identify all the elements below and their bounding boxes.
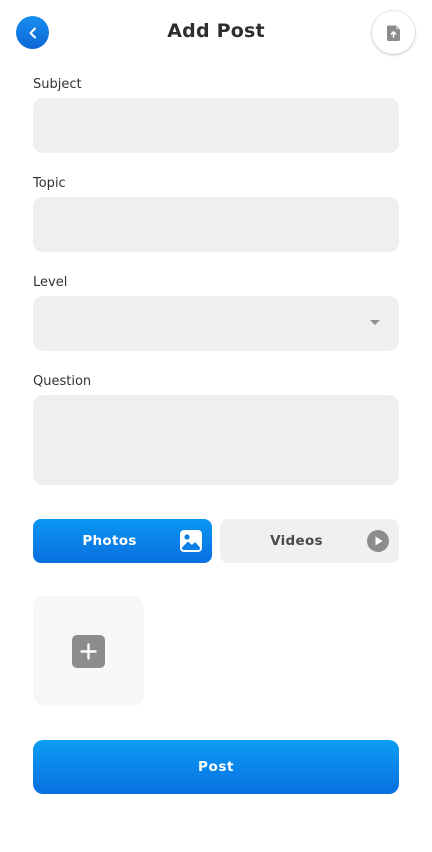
post-button-label: Post (197, 759, 235, 775)
question-textarea[interactable] (33, 395, 399, 485)
subject-input[interactable] (33, 98, 399, 153)
page-title: Add Post (167, 20, 265, 42)
file-upload-icon (386, 25, 400, 41)
add-post-screen: Add Post Subject Topic Level Question Ph… (0, 0, 432, 852)
tab-videos-label: Videos (270, 533, 323, 549)
chevron-down-icon (370, 320, 380, 325)
tab-photos[interactable]: Photos (33, 519, 212, 563)
add-photo-button[interactable] (72, 635, 105, 668)
subject-label: Subject (33, 77, 82, 92)
level-label: Level (33, 275, 68, 290)
post-button[interactable]: Post (33, 740, 399, 794)
add-photo-tile[interactable] (33, 596, 144, 706)
level-select[interactable] (33, 296, 399, 351)
topic-input[interactable] (33, 197, 399, 252)
play-circle-icon (367, 530, 389, 552)
upload-file-button[interactable] (372, 11, 415, 54)
tab-videos[interactable]: Videos (220, 519, 399, 563)
question-label: Question (33, 374, 92, 389)
image-icon (180, 530, 202, 552)
topic-label: Topic (33, 176, 66, 191)
tab-photos-label: Photos (82, 533, 137, 549)
plus-icon (80, 643, 97, 660)
